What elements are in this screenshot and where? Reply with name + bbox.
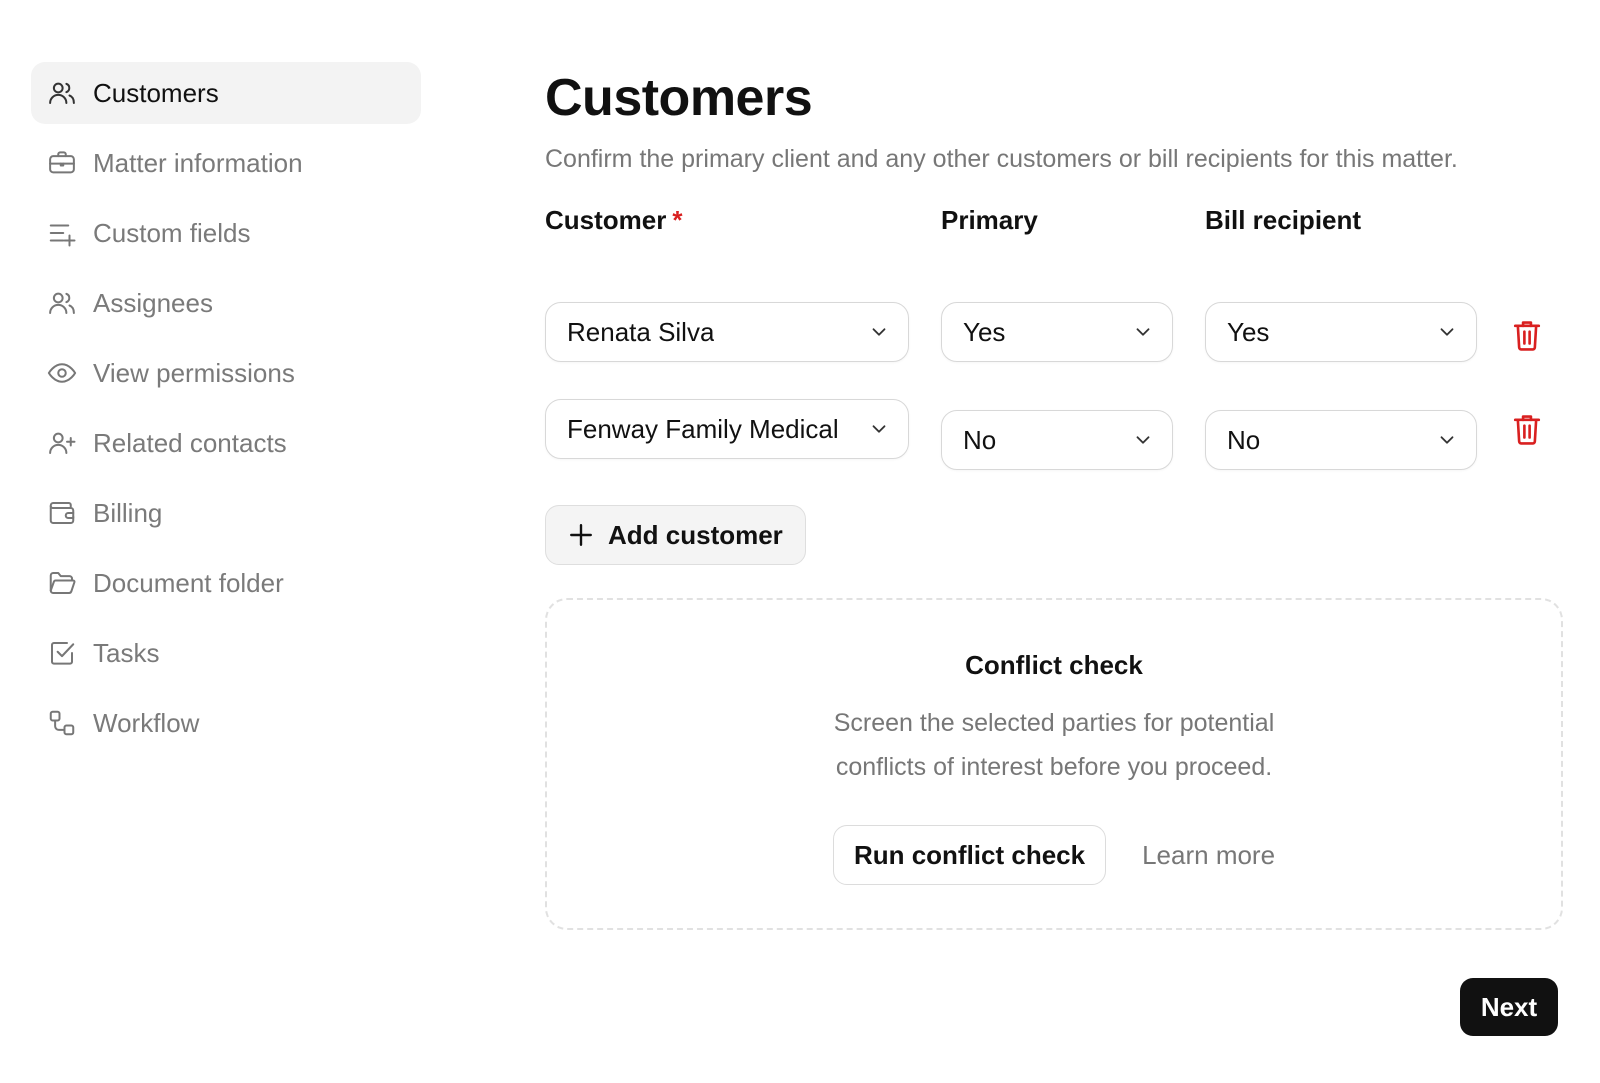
delete-row-trash-icon[interactable] — [1511, 318, 1543, 352]
sidebar-item-label: Custom fields — [93, 217, 251, 248]
customer-select[interactable]: Fenway Family Medical — [545, 399, 909, 459]
next-button[interactable]: Next — [1460, 978, 1558, 1036]
sidebar-item-related-contacts[interactable]: Related contacts — [31, 412, 421, 474]
sidebar-item-label: Document folder — [93, 567, 284, 598]
sidebar-item-label: View permissions — [93, 357, 295, 388]
customers-page: Customers Matter information Custom fiel… — [0, 0, 1600, 1083]
primary-select[interactable]: No — [941, 410, 1173, 470]
sidebar-item-matter-information[interactable]: Matter information — [31, 132, 421, 194]
customer-select-value: Renata Silva — [567, 316, 715, 347]
user-plus-icon — [47, 428, 77, 458]
chevron-down-icon — [1440, 436, 1454, 444]
briefcase-icon — [47, 148, 77, 178]
learn-more-link[interactable]: Learn more — [1142, 840, 1275, 871]
primary-select-value: Yes — [963, 316, 1006, 347]
workflow-icon — [47, 708, 77, 738]
bill-recipient-select-value: Yes — [1227, 316, 1270, 347]
sidebar-item-billing[interactable]: Billing — [31, 482, 421, 544]
main-content: Customers Confirm the primary client and… — [545, 62, 1565, 930]
sidebar-item-label: Customers — [93, 77, 219, 108]
sidebar-item-tasks[interactable]: Tasks — [31, 622, 421, 684]
customer-column-label: Customer — [545, 205, 667, 235]
sidebar-item-customers[interactable]: Customers — [31, 62, 421, 124]
users-icon — [47, 78, 77, 108]
checkbox-icon — [47, 638, 77, 668]
conflict-check-panel: Conflict check Screen the selected parti… — [545, 598, 1563, 930]
customer-column-header: Customer * — [545, 205, 682, 236]
delete-row-trash-icon[interactable] — [1511, 412, 1543, 446]
conflict-check-description: Screen the selected parties for potentia… — [833, 709, 1275, 781]
primary-select-value: No — [963, 424, 997, 455]
chevron-down-icon — [872, 425, 886, 433]
page-title: Customers — [545, 69, 813, 127]
sidebar-item-label: Related contacts — [93, 427, 287, 458]
chevron-down-icon — [1440, 328, 1454, 336]
sidebar-item-label: Matter information — [93, 147, 303, 178]
primary-column-header: Primary — [941, 205, 1038, 235]
sidebar-item-document-folder[interactable]: Document folder — [31, 552, 421, 614]
sidebar-item-view-permissions[interactable]: View permissions — [31, 342, 421, 404]
page-subtitle: Confirm the primary client and any other… — [545, 145, 1458, 173]
sidebar-item-label: Billing — [93, 497, 163, 528]
sidebar-item-assignees[interactable]: Assignees — [31, 272, 421, 334]
sidebar-item-workflow[interactable]: Workflow — [31, 692, 421, 754]
customer-select-value: Fenway Family Medical — [567, 413, 839, 444]
sidebar-item-custom-fields[interactable]: Custom fields — [31, 202, 421, 264]
bill-recipient-select[interactable]: Yes — [1205, 302, 1477, 362]
primary-select[interactable]: Yes — [941, 302, 1173, 362]
bill-recipient-select[interactable]: No — [1205, 410, 1477, 470]
plus-icon — [570, 524, 592, 546]
list-plus-icon — [47, 218, 77, 248]
add-customer-button[interactable]: Add customer — [545, 505, 806, 565]
bill-recipient-select-value: No — [1227, 424, 1261, 455]
chevron-down-icon — [1136, 436, 1150, 444]
folder-open-icon — [47, 568, 77, 598]
wallet-icon — [47, 498, 77, 528]
run-conflict-check-button[interactable]: Run conflict check — [832, 825, 1107, 885]
chevron-down-icon — [1136, 328, 1150, 336]
eye-icon — [47, 358, 77, 388]
conflict-check-title: Conflict check — [965, 650, 1143, 680]
column-headers: Customer * Primary Bill recipient — [545, 205, 1565, 245]
sidebar-nav: Customers Matter information Custom fiel… — [31, 62, 421, 762]
chevron-down-icon — [872, 328, 886, 336]
users-icon — [47, 288, 77, 318]
customer-select[interactable]: Renata Silva — [545, 302, 909, 362]
sidebar-item-label: Tasks — [93, 637, 160, 668]
sidebar-item-label: Assignees — [93, 287, 213, 318]
sidebar-item-label: Workflow — [93, 707, 200, 738]
conflict-check-actions: Run conflict check Learn more — [547, 825, 1561, 885]
bill-recipient-column-header: Bill recipient — [1205, 205, 1362, 235]
add-customer-label: Add customer — [608, 519, 783, 550]
required-marker: * — [672, 205, 683, 235]
